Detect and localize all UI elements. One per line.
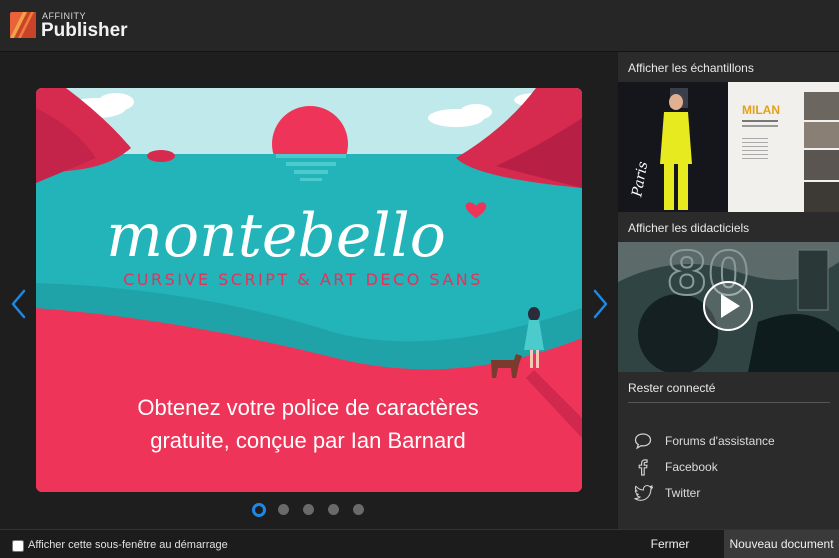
tutorials-title: Afficher les didacticiels <box>628 221 750 235</box>
show-on-startup-label[interactable]: Afficher cette sous-fenêtre au démarrage <box>28 539 228 551</box>
chat-bubble-icon <box>634 433 652 450</box>
carousel-dot-2[interactable] <box>278 504 289 515</box>
close-button[interactable]: Fermer <box>617 530 723 558</box>
carousel-dot-4[interactable] <box>328 504 339 515</box>
new-document-button[interactable]: Nouveau document <box>724 530 839 558</box>
title-bar: AFFINITY Publisher <box>0 0 839 52</box>
link-support-forums[interactable]: Forums d'assistance <box>634 432 824 450</box>
slide-headline: montebello <box>106 201 446 271</box>
samples-thumbnail[interactable]: Paris MILAN <box>618 82 839 212</box>
slide-caption-line2: gratuite, conçue par Ian Barnard <box>150 428 466 453</box>
slide-subheadline: CURSIVE SCRIPT & ART DECO SANS <box>123 270 483 289</box>
carousel-area: montebello CURSIVE SCRIPT & ART DECO SAN… <box>0 52 617 529</box>
thumb-city-text: MILAN <box>742 103 780 117</box>
carousel-dot-3[interactable] <box>303 504 314 515</box>
affinity-publisher-logo <box>10 12 36 38</box>
link-facebook-label: Facebook <box>665 460 718 474</box>
sidebar: Afficher les échantillons Paris MILAN Af… <box>618 52 839 529</box>
samples-title: Afficher les échantillons <box>628 61 754 75</box>
carousel-prev-arrow-icon[interactable] <box>9 288 29 320</box>
stay-connected-title: Rester connecté <box>628 381 716 395</box>
bottom-bar: Afficher cette sous-fenêtre au démarrage… <box>0 529 839 558</box>
link-facebook[interactable]: Facebook <box>634 458 824 476</box>
carousel-dot-1[interactable] <box>252 503 266 517</box>
carousel-next-arrow-icon[interactable] <box>590 288 610 320</box>
carousel-dot-5[interactable] <box>353 504 364 515</box>
show-on-startup-checkbox[interactable] <box>12 540 24 552</box>
brand-publisher-label: Publisher <box>41 20 128 41</box>
link-support-forums-label: Forums d'assistance <box>665 434 775 448</box>
link-twitter[interactable]: Twitter <box>634 484 824 502</box>
carousel-slide-image[interactable]: montebello CURSIVE SCRIPT & ART DECO SAN… <box>36 88 582 492</box>
tutorials-thumbnail[interactable]: 80 <box>618 242 839 372</box>
section-divider <box>628 402 830 403</box>
twitter-icon <box>634 484 654 501</box>
link-twitter-label: Twitter <box>665 486 701 500</box>
play-video-icon[interactable] <box>704 282 752 330</box>
facebook-icon <box>638 459 648 476</box>
slide-caption-line1: Obtenez votre police de caractères <box>137 395 478 420</box>
